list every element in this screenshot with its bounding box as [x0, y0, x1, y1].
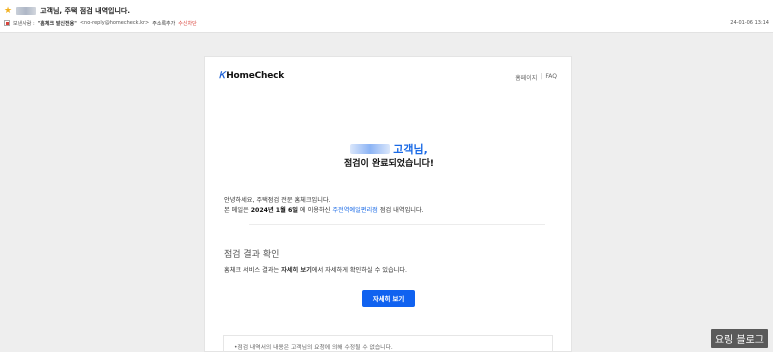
faq-link[interactable]: FAQ [545, 73, 557, 82]
add-contact-link[interactable]: 주소록추가 [152, 20, 175, 27]
blurred-recipient-name [16, 7, 37, 15]
logo-mark-icon: Ꮶ [219, 71, 226, 81]
divider [249, 224, 545, 225]
greeting-line: 고객님, [205, 141, 573, 157]
mail-header: ★ 고객님, 주택 점검 내역입니다. 보낸사람 : "홈체크 발신전용" <n… [0, 0, 773, 33]
greeting-text: 고객님, [393, 143, 428, 156]
star-icon[interactable]: ★ [4, 6, 12, 16]
sender-row: 보낸사람 : "홈체크 발신전용" <no-reply@homecheck.kr… [4, 18, 197, 28]
desc-prefix: 홈체크 서비스 결과는 [224, 267, 282, 274]
subject-row: ★ 고객님, 주택 점검 내역입니다. [4, 5, 130, 17]
blog-watermark: 요링 블로그 [710, 329, 768, 348]
notice-box: •점검 내역서의 내용은 고객님의 요청에 의해 수정될 수 없습니다. [223, 335, 553, 352]
desc-suffix: 에서 자세하게 확인하실 수 있습니다. [311, 267, 407, 274]
blurred-customer-name [350, 144, 391, 154]
view-details-button[interactable]: 자세히 보기 [362, 290, 415, 307]
intro-suffix: 점검 내역입니다. [377, 207, 424, 214]
link-separator: | [540, 73, 543, 80]
mail-subject: 고객님, 주택 점검 내역입니다. [40, 7, 130, 15]
top-links: 홈페이지 | FAQ [515, 73, 557, 82]
intro-text: 안녕하세요, 주택점검 전문 홈체크입니다. 본 메일은 2024년 1월 6일… [224, 196, 424, 216]
mail-date: 24-01-06 13:14 [730, 20, 769, 26]
intro-prefix: 본 메일은 [224, 207, 251, 214]
section-title: 점검 결과 확인 [224, 250, 280, 260]
inspection-location: 주전역예일편리점 [332, 207, 378, 214]
inspection-date: 2024년 1월 6일 [250, 207, 298, 214]
homepage-link[interactable]: 홈페이지 [515, 73, 537, 82]
intro-line-1: 안녕하세요, 주택점검 전문 홈체크입니다. [224, 197, 331, 204]
homecheck-logo[interactable]: Ꮶ HomeCheck [219, 71, 284, 81]
completion-heading: 점검이 완료되었습니다! [343, 159, 435, 169]
sender-email[interactable]: <no-reply@homecheck.kr> [80, 20, 149, 26]
result-description: 홈체크 서비스 결과는 자세히 보기에서 자세하게 확인하실 수 있습니다. [224, 265, 407, 274]
sender-checkbox-icon[interactable] [4, 20, 10, 26]
sender-name[interactable]: "홈체크 발신전용" [38, 20, 77, 27]
intro-line-2: 본 메일은 2024년 1월 6일 에 이용하신 주전역예일편리점 점검 내역입… [224, 206, 424, 216]
block-sender-link[interactable]: 수신차단 [178, 20, 196, 27]
sender-label: 보낸사람 : [13, 20, 35, 27]
email-card: Ꮶ HomeCheck 홈페이지 | FAQ 고객님, 점검이 완료되었습니다!… [204, 56, 572, 352]
logo-text: HomeCheck [226, 71, 285, 81]
desc-bold: 자세히 보기 [281, 267, 312, 274]
intro-mid: 에 이용하신 [297, 207, 333, 214]
